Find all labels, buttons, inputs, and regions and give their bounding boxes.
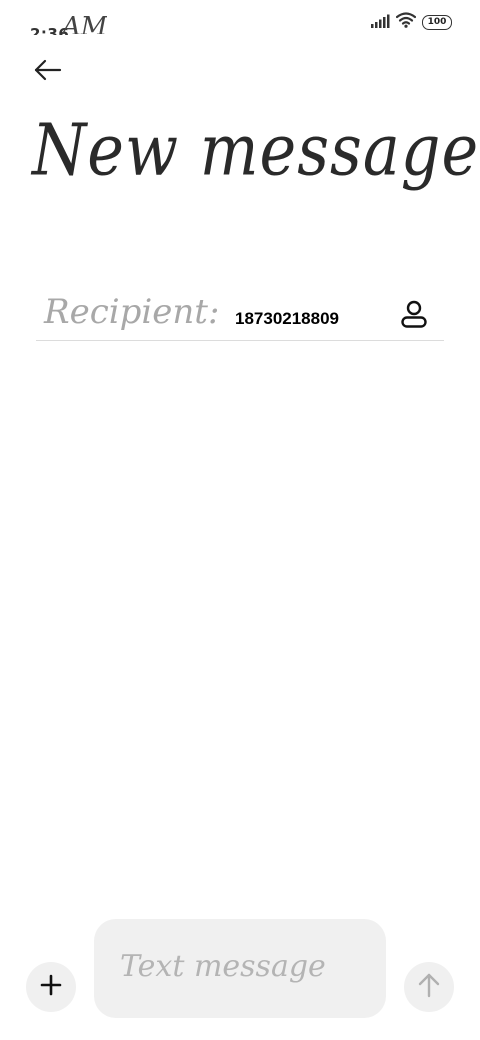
arrow-up-icon (417, 972, 441, 1002)
message-placeholder: Text message (120, 949, 326, 984)
back-button[interactable] (28, 52, 68, 92)
page-title: New message (32, 108, 480, 192)
plus-icon (40, 974, 62, 1000)
recipient-row: Recipient: 18730218809 (36, 290, 444, 341)
wifi-icon (395, 12, 417, 32)
battery-icon: 100 (422, 14, 452, 30)
message-input[interactable]: Text message (94, 919, 386, 1018)
signal-icon (370, 13, 390, 32)
recipient-label: Recipient: (44, 292, 220, 332)
send-button[interactable] (404, 962, 454, 1012)
contact-picker-button[interactable] (394, 296, 434, 336)
add-attachment-button[interactable] (26, 962, 76, 1012)
status-bar: 2:36 AM 100 (0, 0, 480, 44)
status-icons: 100 (370, 12, 452, 32)
status-ampm: AM (62, 12, 108, 34)
recipient-input[interactable]: 18730218809 (235, 309, 385, 329)
arrow-left-icon (34, 59, 62, 85)
contact-person-icon (399, 299, 429, 333)
